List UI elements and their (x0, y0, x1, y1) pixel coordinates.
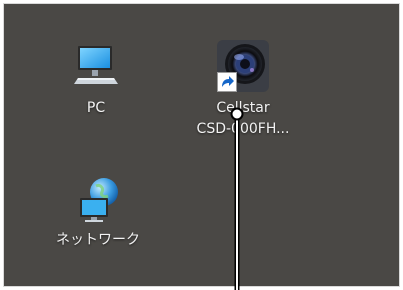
desktop-icon-label: PC (86, 100, 106, 116)
desktop-icon-label: ネットワーク (56, 232, 140, 248)
desktop-background: PC Cellstar CSD-000FH... ネットワーク (3, 3, 400, 287)
desktop-icon-label-line2: CSD-000FH... (196, 121, 290, 137)
network-globe-icon (74, 176, 122, 224)
desktop-icon-cellstar-shortcut[interactable]: Cellstar CSD-000FH... (188, 40, 298, 140)
camera-lens-icon (217, 40, 269, 92)
desktop-icon-label-line1: Cellstar (216, 100, 270, 116)
desktop-icon-network[interactable]: ネットワーク (50, 176, 146, 250)
shortcut-arrow-icon (217, 72, 237, 92)
computer-icon (72, 42, 120, 88)
desktop-icon-pc[interactable]: PC (66, 42, 126, 118)
